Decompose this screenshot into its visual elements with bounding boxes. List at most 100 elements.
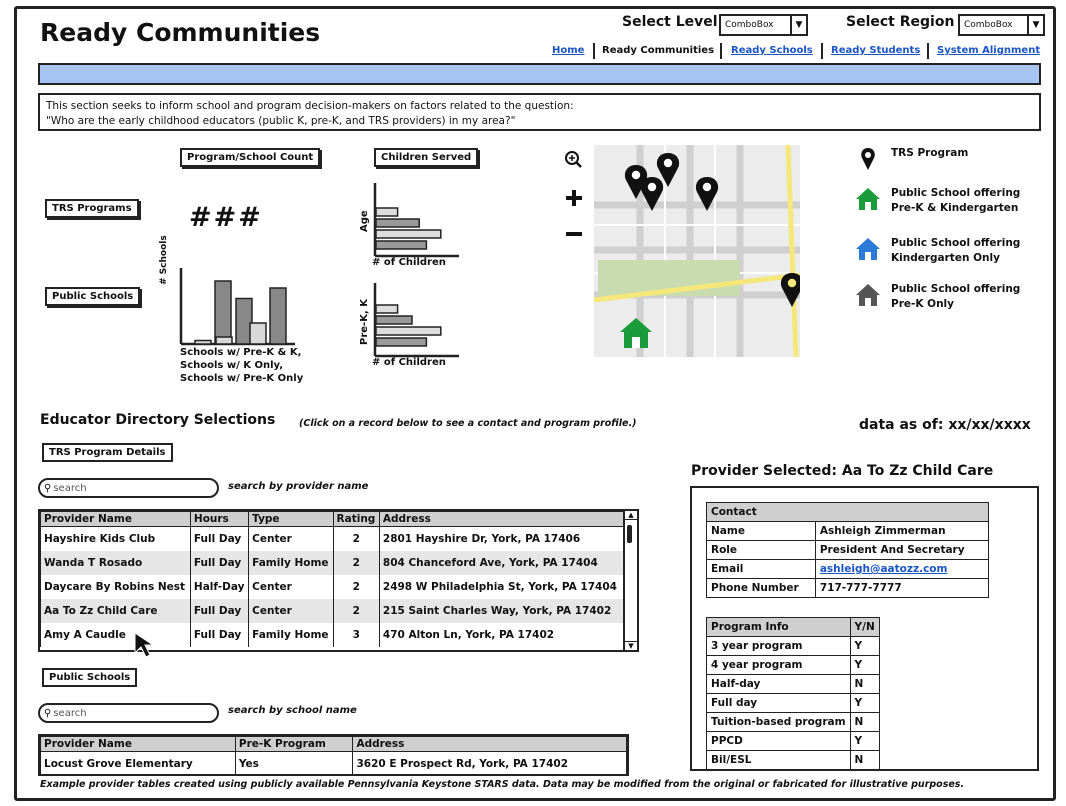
program-value: Y xyxy=(849,655,881,675)
nav-system-alignment-link[interactable]: System Alignment xyxy=(937,45,1040,56)
search-icon: ⚲ xyxy=(44,482,52,494)
email-link[interactable]: ashleigh@aatozz.com xyxy=(814,559,990,579)
scroll-thumb[interactable] xyxy=(627,525,632,543)
scroll-down-icon[interactable]: ▼ xyxy=(625,641,637,650)
zoom-in-icon[interactable] xyxy=(565,151,582,168)
table-row[interactable]: Amy A Caudle Full Day Family Home 3 470 Alto… xyxy=(40,623,625,647)
nav-home-link[interactable]: Home xyxy=(552,45,584,56)
schools-bar xyxy=(214,280,232,345)
program-value: N xyxy=(849,712,881,732)
table-cell: 3620 E Prospect Rd, York, PA 17402 xyxy=(352,751,627,774)
table-cell: 2801 Hayshire Dr, York, PA 17406 xyxy=(378,526,625,551)
select-level-label: Select Level xyxy=(622,14,718,30)
program-row: PPCD Y xyxy=(706,731,881,751)
select-region-combobox[interactable]: ComboBox ▼ xyxy=(958,14,1045,36)
contact-field-value: 717-777-7777 xyxy=(814,578,990,598)
school-search-placeholder: search xyxy=(53,707,87,719)
search-icon: ⚲ xyxy=(44,707,52,719)
contact-row: Email ashleigh@aatozz.com xyxy=(706,559,990,579)
table-cell: 2 xyxy=(332,575,380,599)
provider-selected-title: Provider Selected: Aa To Zz Child Care xyxy=(691,463,994,479)
provider-panel: Contact Name Ashleigh Zimmerman Role Preside… xyxy=(690,486,1039,771)
tab-public-schools[interactable]: Public Schools xyxy=(42,668,138,687)
table-cell: Amy A Caudle xyxy=(40,623,191,647)
trs-search-input[interactable]: ⚲ search xyxy=(38,478,219,498)
prek-bar xyxy=(375,304,399,314)
program-row: Full day Y xyxy=(706,693,881,713)
program-label: Half-day xyxy=(706,674,851,694)
prek-x-label: # of Children xyxy=(372,357,446,368)
table-cell: Center xyxy=(248,599,334,623)
column-header: Rating xyxy=(332,511,380,527)
select-level-combobox[interactable]: ComboBox ▼ xyxy=(719,14,808,36)
zoom-plus-icon[interactable] xyxy=(566,190,582,206)
legend-item: Public School offering Pre-K Only xyxy=(855,282,1021,312)
program-value: N xyxy=(849,674,881,694)
chevron-down-icon: ▼ xyxy=(790,16,806,34)
contact-field-label: Email xyxy=(706,559,816,579)
table-cell: Yes xyxy=(234,751,354,774)
select-region-label: Select Region xyxy=(846,14,955,30)
nav-home[interactable]: Home xyxy=(552,45,584,56)
table-row[interactable]: Wanda T Rosado Full Day Family Home 2 804 Ch… xyxy=(40,551,625,575)
house-icon xyxy=(856,284,880,306)
page-title: Ready Communities xyxy=(40,18,321,47)
school-search-hint: search by school name xyxy=(228,705,357,716)
scroll-up-icon[interactable]: ▲ xyxy=(625,511,637,520)
nav-ready-communities-label[interactable]: Ready Communities xyxy=(602,45,714,56)
program-label: Bil/ESL xyxy=(706,750,851,770)
nav-system-alignment[interactable]: System Alignment xyxy=(937,45,1040,56)
table-row[interactable]: Daycare By Robins Nest Half-Day Center 2 249… xyxy=(40,575,625,599)
age-bar xyxy=(375,240,428,250)
schools-bar xyxy=(269,287,287,345)
column-header: Address xyxy=(352,736,627,752)
table-row[interactable]: Hayshire Kids Club Full Day Center 2 2801 Ha… xyxy=(40,526,625,551)
contact-field-value: Ashleigh Zimmerman xyxy=(814,521,990,541)
age-y-label: Age xyxy=(359,210,370,232)
program-row: 4 year program Y xyxy=(706,655,881,675)
table-cell: Center xyxy=(248,526,334,551)
program-row: 3 year program Y xyxy=(706,636,881,656)
nav-ready-schools-link[interactable]: Ready Schools xyxy=(731,45,813,56)
footer-note: Example provider tables created using pu… xyxy=(40,779,965,790)
nav-ready-students-link[interactable]: Ready Students xyxy=(831,45,920,56)
program-value: Y xyxy=(849,731,881,751)
table-cell: 2 xyxy=(332,526,380,551)
nav-divider xyxy=(720,43,722,59)
trs-table: Provider Name Hours Type Rating Address Haysh… xyxy=(38,509,639,652)
public-schools-label: Public Schools xyxy=(45,287,141,306)
contact-field-label: Role xyxy=(706,540,816,560)
school-search-input[interactable]: ⚲ search xyxy=(38,703,219,723)
select-region-value: ComboBox xyxy=(964,20,1013,30)
nav-divider xyxy=(821,43,823,59)
table-row[interactable]: Aa To Zz Child Care Full Day Center 2 215 Sa… xyxy=(40,599,625,623)
trs-table-scrollbar[interactable]: ▲ ▼ xyxy=(623,511,637,650)
program-row: Tuition-based program N xyxy=(706,712,881,732)
nav-ready-communities[interactable]: Ready Communities xyxy=(602,45,714,56)
children-served-header: Children Served xyxy=(374,148,479,167)
tab-trs-program-details[interactable]: TRS Program Details xyxy=(42,443,173,462)
public-schools-table: Provider Name Pre-K Program Address Locust … xyxy=(38,734,629,776)
column-header: Type xyxy=(248,511,334,527)
trs-search-placeholder: search xyxy=(53,482,87,494)
data-as-of: data as of: xx/xx/xxxx xyxy=(859,417,1031,433)
program-label: 4 year program xyxy=(706,655,851,675)
contact-field-label: Phone Number xyxy=(706,578,816,598)
legend-label: TRS Program xyxy=(891,147,969,159)
program-header: Y/N xyxy=(849,617,881,637)
program-value: Y xyxy=(849,636,881,656)
table-cell: 3 xyxy=(332,623,380,647)
table-cell: 804 Chanceford Ave, York, PA 17404 xyxy=(378,551,625,575)
trs-search-hint: search by provider name xyxy=(228,481,369,492)
legend-label: Public School offering Pre-K & Kindergar… xyxy=(891,187,1021,214)
table-cell: 2498 W Philadelphia St, York, PA 17404 xyxy=(378,575,625,599)
program-value: Y xyxy=(849,693,881,713)
legend-item: TRS Program xyxy=(855,146,1021,172)
table-cell: Family Home xyxy=(248,623,334,647)
legend-label: Public School offering Kindergarten Only xyxy=(891,237,1021,264)
program-label: Full day xyxy=(706,693,851,713)
table-row[interactable]: Locust Grove Elementary Yes 3620 E Prospec… xyxy=(40,751,627,774)
nav-ready-schools[interactable]: Ready Schools xyxy=(731,45,813,56)
nav-ready-students[interactable]: Ready Students xyxy=(831,45,920,56)
select-level-value: ComboBox xyxy=(725,20,774,30)
